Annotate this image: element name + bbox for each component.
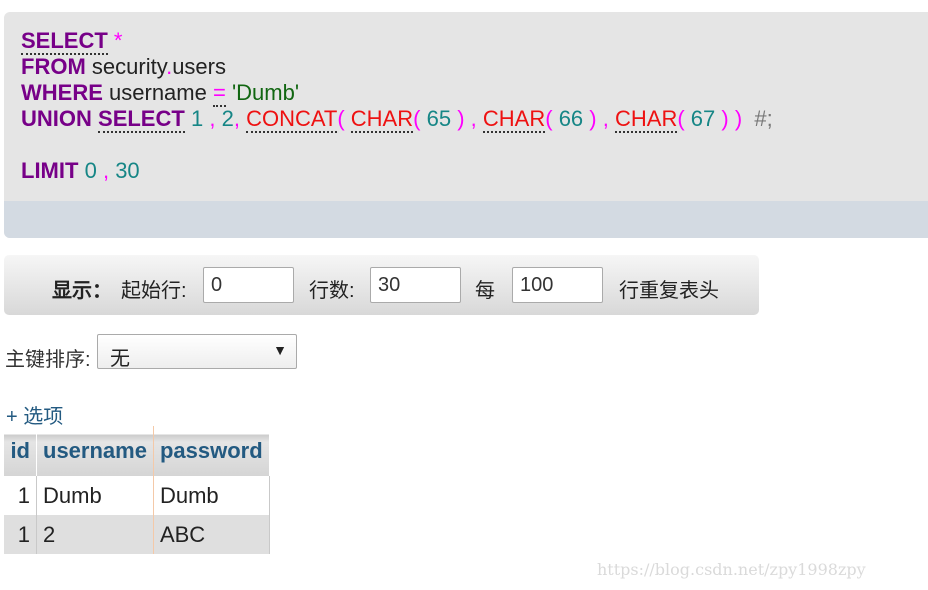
column-header-username[interactable]: username [36, 426, 154, 476]
sql-line-union: UNION SELECT 1 , 2, CONCAT( CHAR( 65 ) ,… [21, 106, 773, 133]
from-keyword: FROM [21, 54, 86, 79]
cell-id: 1 [4, 476, 37, 515]
sql-line-from: FROM security.users [21, 54, 773, 80]
num-rows-input[interactable] [370, 267, 461, 303]
equals-operator[interactable]: = [212, 80, 226, 107]
column-name: username [109, 80, 207, 105]
options-link[interactable]: + 选项 [6, 400, 63, 429]
column-header-id[interactable]: id [4, 426, 37, 476]
char-arg-65: 65 [426, 106, 452, 131]
sort-by-key-label: 主键排序: [5, 349, 91, 371]
cell-username: Dumb [36, 476, 154, 515]
schema-name: security [91, 54, 167, 79]
select-keyword-2[interactable]: SELECT [98, 106, 185, 133]
every-label: 每 [475, 280, 495, 302]
column-header-password[interactable]: password [153, 426, 270, 476]
watermark: https://blog.csdn.net/zpy1998zpy [597, 560, 866, 579]
limit-count: 30 [115, 158, 140, 183]
table-row: 1 Dumb Dumb [4, 476, 270, 515]
comma: , [470, 106, 477, 131]
where-keyword: WHERE [21, 80, 103, 105]
start-row-input[interactable] [203, 267, 294, 303]
concat-function[interactable]: CONCAT [246, 106, 338, 133]
limit-keyword: LIMIT [21, 158, 79, 183]
select-keyword[interactable]: SELECT [21, 28, 108, 55]
string-value: 'Dumb' [231, 80, 300, 105]
table-row: 1 2 ABC [4, 515, 270, 554]
star-operator: * [113, 28, 123, 53]
number-1: 1 [190, 106, 204, 131]
char-function[interactable]: CHAR [615, 106, 678, 133]
cell-password: Dumb [153, 476, 270, 515]
navigation-bar: 显示： 起始行: 行数: 每 行重复表头 [4, 255, 759, 315]
char-function[interactable]: CHAR [350, 106, 414, 133]
sql-action-strip [4, 201, 928, 238]
num-rows-label: 行数: [309, 280, 355, 302]
sort-selected-value: 无 [110, 348, 130, 370]
sql-query-box: SELECT * FROM security.users WHERE usernam… [4, 12, 928, 238]
sql-line-limit: LIMIT 0 , 30 [21, 158, 773, 184]
char-arg-66: 66 [558, 106, 584, 131]
repeat-header-input[interactable] [512, 267, 603, 303]
right-paren: ) [734, 106, 743, 131]
union-keyword: UNION [21, 106, 92, 131]
comma: , [233, 106, 240, 131]
cell-username: 2 [36, 515, 154, 554]
right-paren: ) [721, 106, 729, 131]
sql-blank-line [21, 132, 773, 158]
left-paren: ( [413, 106, 421, 131]
left-paren: ( [677, 106, 685, 131]
show-label: 显示： [52, 280, 112, 302]
dropdown-arrow-icon: ▼ [273, 342, 287, 358]
cell-id: 1 [4, 515, 37, 554]
start-row-label: 起始行: [121, 280, 187, 302]
left-paren: ( [337, 106, 345, 131]
right-paren: ) [589, 106, 597, 131]
table-name: users [172, 54, 226, 79]
right-paren: ) [457, 106, 465, 131]
number-2: 2 [221, 106, 234, 131]
char-arg-67: 67 [690, 106, 716, 131]
comma: , [602, 106, 609, 131]
sql-line-where: WHERE username = 'Dumb' [21, 80, 773, 107]
sql-code: SELECT * FROM security.users WHERE usernam… [21, 28, 773, 184]
comma: , [102, 158, 110, 183]
char-function[interactable]: CHAR [482, 106, 546, 133]
table-header-row: id username password [4, 426, 270, 476]
sql-line-select: SELECT * [21, 28, 773, 55]
result-table: id username password 1 Dumb Dumb 1 2 ABC [4, 426, 270, 554]
comma: , [209, 106, 216, 131]
sql-comment: #; [754, 106, 773, 131]
left-paren: ( [545, 106, 553, 131]
cell-password: ABC [153, 515, 270, 554]
repeat-header-label: 行重复表头 [619, 280, 719, 302]
limit-start: 0 [84, 158, 97, 183]
sort-by-key-select[interactable]: 无 ▼ [97, 334, 297, 370]
